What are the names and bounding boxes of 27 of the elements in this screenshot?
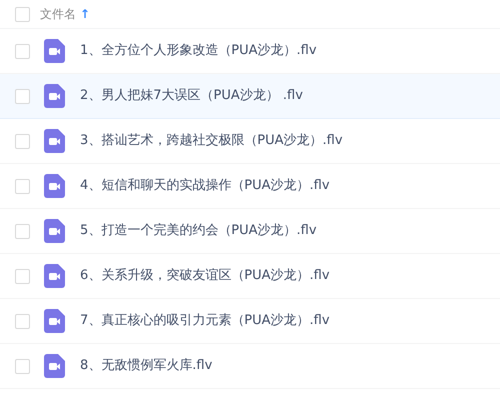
- video-file-icon: [44, 174, 65, 198]
- checkbox[interactable]: [15, 134, 30, 148]
- file-row[interactable]: 2、男人把妹7大误区（PUA沙龙） .flv: [0, 74, 500, 119]
- video-file-icon: [44, 264, 65, 288]
- checkbox[interactable]: [15, 268, 30, 284]
- video-file-icon: [44, 84, 65, 108]
- checkbox[interactable]: [15, 88, 30, 104]
- video-file-icon: [44, 354, 65, 378]
- file-name[interactable]: 7、真正核心的吸引力元素（PUA沙龙）.flv: [80, 311, 330, 331]
- file-name[interactable]: 5、打造一个完美的约会（PUA沙龙）.flv: [80, 221, 317, 241]
- file-name[interactable]: 4、短信和聊天的实战操作（PUA沙龙）.flv: [80, 176, 330, 196]
- file-name[interactable]: 3、搭讪艺术，跨越社交极限（PUA沙龙）.flv: [80, 131, 343, 151]
- video-file-icon: [44, 39, 65, 63]
- checkbox[interactable]: [15, 224, 30, 238]
- column-header[interactable]: 文件名: [40, 5, 76, 23]
- checkbox[interactable]: [15, 44, 30, 58]
- checkbox[interactable]: [15, 314, 30, 328]
- checkbox[interactable]: [15, 178, 30, 194]
- checkbox[interactable]: [15, 358, 30, 374]
- file-name[interactable]: 6、关系升级，突破友谊区（PUA沙龙）.flv: [80, 266, 330, 286]
- file-name[interactable]: 8、无敌惯例军火库.flv: [80, 356, 212, 376]
- video-file-icon: [44, 219, 65, 243]
- file-name[interactable]: 2、男人把妹7大误区（PUA沙龙） .flv: [80, 86, 303, 106]
- checkbox[interactable]: [15, 6, 30, 22]
- file-name[interactable]: 1、全方位个人形象改造（PUA沙龙）.flv: [80, 41, 317, 61]
- video-file-icon: [44, 129, 65, 153]
- video-file-icon: [44, 309, 65, 333]
